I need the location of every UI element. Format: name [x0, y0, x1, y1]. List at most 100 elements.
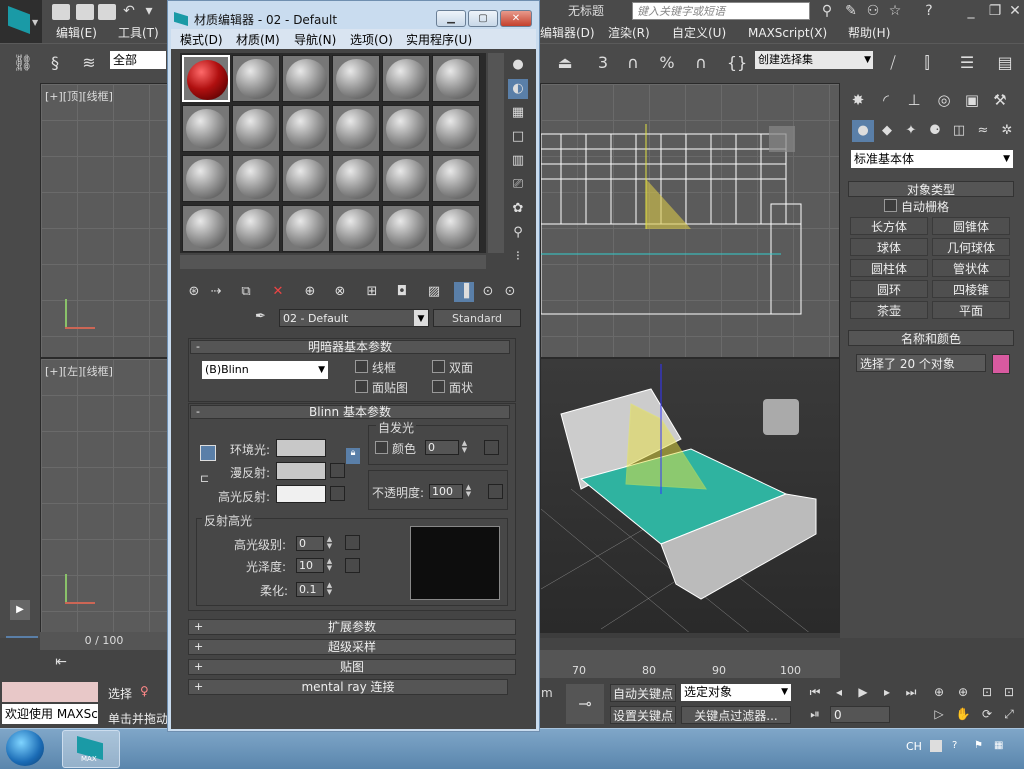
utilities-tab-icon[interactable]: ⚒: [988, 88, 1012, 112]
shader-type-select[interactable]: (B)Blinn ▼: [202, 361, 328, 379]
link-icon[interactable]: ⛓: [10, 50, 36, 76]
sample-slot[interactable]: [432, 55, 480, 102]
named-selection-set-select[interactable]: 创建选择集 ▼: [755, 51, 873, 69]
primitive-category-select[interactable]: 标准基本体 ▼: [851, 150, 1013, 168]
slots-hscroll[interactable]: [180, 255, 486, 269]
make-unique-icon[interactable]: ⊗: [330, 282, 350, 302]
isolate-icon[interactable]: ♀: [140, 684, 149, 698]
set-key-icon[interactable]: ⊸: [566, 684, 604, 724]
autogrid-checkbox[interactable]: 自动栅格: [884, 198, 949, 215]
specular-color-swatch[interactable]: [276, 485, 326, 503]
sample-slot[interactable]: [332, 55, 380, 102]
menu-rendering[interactable]: 渲染(R): [608, 25, 650, 41]
menu-help[interactable]: 帮助(H): [848, 25, 890, 41]
maximize-window-button[interactable]: ▢: [468, 10, 498, 27]
spinner-arrows-icon[interactable]: ▲ ▼: [325, 582, 334, 597]
hierarchy-tab-icon[interactable]: ⊥: [902, 88, 926, 112]
app-menu-button[interactable]: ▼: [0, 0, 42, 43]
name-color-rollout[interactable]: 名称和颜色: [848, 330, 1014, 346]
geometry-icon[interactable]: ●: [852, 120, 874, 142]
bind-spacewarp-icon[interactable]: ≋: [76, 50, 102, 76]
snapshot-icon[interactable]: ⏏: [552, 50, 578, 76]
put-to-library-icon[interactable]: ⊞: [362, 282, 382, 302]
percent-snap-icon[interactable]: %: [654, 50, 680, 76]
edit-named-selection-icon[interactable]: {}: [724, 50, 750, 76]
object-name-field[interactable]: 选择了 20 个对象: [856, 354, 986, 372]
two-sided-checkbox[interactable]: 双面: [432, 359, 473, 376]
viewcube-icon[interactable]: [769, 126, 795, 152]
zoom-extents-icon[interactable]: ⊡: [978, 684, 996, 700]
sample-slot[interactable]: [232, 55, 280, 102]
assign-to-selection-icon[interactable]: ⧉: [236, 282, 256, 302]
spinner-arrows-icon[interactable]: ▲ ▼: [325, 558, 334, 573]
play-sidebar-button[interactable]: ▶: [10, 600, 30, 620]
sample-slot[interactable]: [232, 105, 280, 152]
flag-tray-icon[interactable]: ⚑: [974, 740, 986, 752]
menu-utilities[interactable]: 实用程序(U): [406, 31, 472, 48]
wire-checkbox[interactable]: 线框: [355, 359, 396, 376]
sample-slot[interactable]: [282, 205, 330, 252]
cone-button[interactable]: 圆锥体: [932, 217, 1010, 235]
supersampling-rollout[interactable]: + 超级采样: [188, 639, 516, 655]
menu-edit[interactable]: 编辑(E): [56, 25, 97, 41]
minimize-app-icon[interactable]: _: [962, 3, 980, 19]
menu-options[interactable]: 选项(O): [350, 31, 393, 48]
extended-params-rollout[interactable]: + 扩展参数: [188, 619, 516, 635]
undo-dropdown-icon[interactable]: ▾: [140, 3, 158, 19]
sample-slot[interactable]: [182, 205, 230, 252]
pick-material-eyedropper-icon[interactable]: ✒: [255, 309, 273, 327]
create-tab-icon[interactable]: ✸: [846, 88, 870, 112]
show-end-result-icon[interactable]: ▐: [454, 282, 474, 302]
undo-icon[interactable]: ↶: [120, 3, 138, 19]
teapot-button[interactable]: 茶壶: [850, 301, 928, 319]
new-file-icon[interactable]: [52, 4, 70, 20]
graphite-toolbar-icon[interactable]: ▤: [992, 50, 1018, 76]
align-icon[interactable]: ⫿: [914, 50, 940, 76]
minimize-window-button[interactable]: ▁: [436, 10, 466, 27]
get-material-icon[interactable]: ⊛: [184, 282, 204, 302]
systems-icon[interactable]: ✲: [996, 120, 1018, 142]
diffuse-color-swatch[interactable]: [276, 462, 326, 480]
restore-app-icon[interactable]: ❐: [986, 3, 1004, 19]
go-to-parent-icon[interactable]: ⊙: [478, 282, 498, 302]
save-file-icon[interactable]: [98, 4, 116, 20]
snap-3-icon[interactable]: 3: [590, 50, 616, 76]
goto-end-icon[interactable]: ⏭: [902, 684, 920, 700]
sample-slot[interactable]: [332, 205, 380, 252]
start-button[interactable]: [6, 730, 44, 766]
menu-tools[interactable]: 工具(T): [118, 25, 159, 41]
material-id-icon[interactable]: ◘: [392, 282, 412, 302]
input-language-indicator[interactable]: CH: [906, 740, 922, 753]
sample-slot[interactable]: [232, 205, 280, 252]
self-illum-spinner[interactable]: 0: [425, 440, 459, 455]
selection-filter-select[interactable]: 全部: [110, 51, 166, 69]
fov-icon[interactable]: ▷: [930, 706, 948, 722]
tube-button[interactable]: 管状体: [932, 259, 1010, 277]
self-illum-map-button[interactable]: [484, 440, 499, 455]
put-to-scene-icon[interactable]: ⇢: [206, 282, 226, 302]
binoculars-icon[interactable]: ⚲: [818, 3, 836, 19]
menu-material[interactable]: 材质(M): [236, 31, 280, 48]
viewport-front[interactable]: [540, 83, 840, 358]
cameras-icon[interactable]: ⚈: [924, 120, 946, 142]
plane-button[interactable]: 平面: [932, 301, 1010, 319]
play-icon[interactable]: ▶: [854, 684, 872, 700]
spacewarps-icon[interactable]: ≈: [972, 120, 994, 142]
pyramid-button[interactable]: 四棱锥: [932, 280, 1010, 298]
shader-basic-rollout-header[interactable]: - 明暗器基本参数: [190, 340, 510, 354]
modify-tab-icon[interactable]: ◜: [874, 88, 898, 112]
track-bar-toggle-icon[interactable]: ⇤: [48, 654, 74, 676]
opacity-spinner[interactable]: 100: [429, 484, 463, 499]
lights-icon[interactable]: ✦: [900, 120, 922, 142]
key-mode-icon[interactable]: ⏯: [806, 706, 824, 722]
sample-slot[interactable]: [332, 155, 380, 202]
favorites-icon[interactable]: ☆: [886, 3, 904, 19]
maximize-viewport-icon[interactable]: ⤢: [1000, 706, 1018, 722]
network-tray-icon[interactable]: ▦: [994, 740, 1006, 752]
spec-level-map-button[interactable]: [345, 535, 360, 550]
auto-key-button[interactable]: 自动关键点: [610, 684, 676, 702]
material-type-button[interactable]: Standard: [433, 309, 521, 327]
search-input[interactable]: 键入关键字或短语: [632, 2, 810, 20]
next-frame-icon[interactable]: ▸: [878, 684, 896, 700]
maps-rollout[interactable]: + 贴图: [188, 659, 516, 675]
